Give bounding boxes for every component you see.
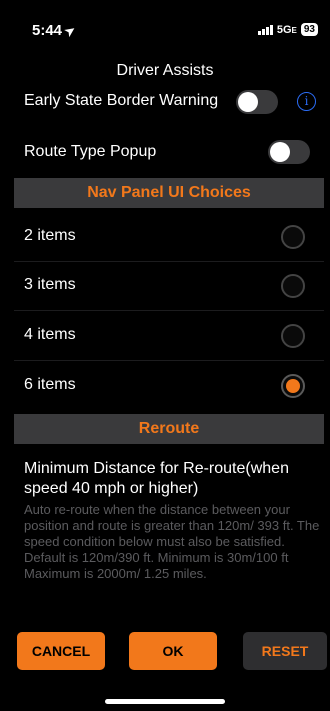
status-indicators: 5GE 93 (257, 23, 318, 36)
network-type: 5GE (276, 23, 297, 36)
option-label: 6 items (24, 376, 76, 393)
info-icon[interactable]: i (297, 92, 316, 111)
radio-button-selected[interactable] (281, 374, 305, 398)
reset-button[interactable]: RESET (243, 632, 327, 670)
reroute-setting-title: Minimum Distance for Re-route(when speed… (24, 460, 289, 497)
route-type-popup-toggle[interactable] (268, 140, 310, 164)
battery-icon: 93 (300, 23, 318, 36)
status-bar: 5:44➤ 5GE 93 (0, 0, 330, 56)
nav-option-2-items[interactable]: 2 items (14, 213, 324, 262)
reroute-section-header: Reroute (14, 414, 324, 444)
option-label: 4 items (24, 326, 76, 343)
option-label: 3 items (24, 276, 76, 293)
ok-button[interactable]: OK (129, 632, 217, 670)
nav-option-4-items[interactable]: 4 items (14, 312, 324, 361)
early-state-border-warning-toggle[interactable] (236, 90, 278, 114)
early-state-border-warning-label: Early State Border Warning (24, 92, 219, 109)
radio-button[interactable] (281, 274, 305, 298)
radio-button[interactable] (281, 225, 305, 249)
location-arrow-icon: ➤ (61, 22, 79, 40)
cancel-button[interactable]: CANCEL (17, 632, 105, 670)
nav-option-6-items[interactable]: 6 items (14, 362, 324, 410)
clock: 5:44 (32, 22, 63, 39)
reroute-setting-description: Auto re-route when the distance between … (24, 502, 320, 581)
nav-panel-section-header: Nav Panel UI Choices (14, 178, 324, 208)
route-type-popup-label: Route Type Popup (24, 143, 157, 160)
status-time: 5:44➤ (32, 22, 79, 40)
home-indicator[interactable] (105, 699, 225, 704)
toggle-knob (270, 142, 290, 162)
dialog-title: Driver Assists (116, 62, 214, 79)
option-label: 2 items (24, 227, 76, 244)
radio-button[interactable] (281, 324, 305, 348)
cellular-signal-icon (257, 24, 273, 35)
toggle-knob (238, 92, 258, 112)
nav-option-3-items[interactable]: 3 items (14, 262, 324, 311)
